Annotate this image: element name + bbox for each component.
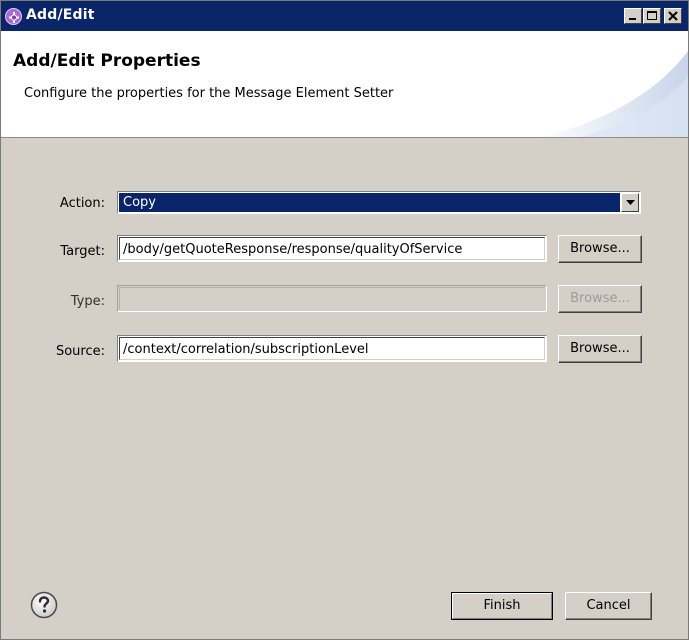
target-label: Target:	[60, 244, 105, 259]
maximize-icon	[647, 11, 657, 20]
cancel-bevel	[566, 593, 651, 619]
close-icon	[668, 11, 678, 21]
action-value: Copy	[123, 195, 156, 210]
minimize-button[interactable]	[624, 8, 642, 24]
action-selected-highlight: Copy	[119, 193, 620, 212]
finish-bevel	[452, 593, 552, 619]
type-browse-button[interactable]: Browse...	[558, 285, 642, 313]
source-value: /context/correlation/subscriptionLevel	[123, 342, 369, 357]
dialog-header: Add/Edit Properties Configure the proper…	[1, 31, 688, 138]
source-field-bevel: /context/correlation/subscriptionLevel	[119, 337, 545, 360]
target-field-bevel: /body/getQuoteResponse/response/qualityO…	[119, 237, 545, 260]
cancel-button[interactable]: Cancel	[565, 592, 652, 620]
source-browse-button[interactable]: Browse...	[558, 335, 642, 363]
dialog-footer: Finish Cancel	[1, 563, 688, 639]
header-title: Add/Edit Properties	[13, 51, 201, 71]
service-mediation-icon	[5, 8, 22, 25]
title-bar[interactable]: Add/Edit	[1, 1, 688, 31]
type-field[interactable]	[117, 285, 547, 312]
source-field[interactable]: /context/correlation/subscriptionLevel	[117, 335, 547, 362]
finish-button[interactable]: Finish	[451, 592, 553, 620]
header-description: Configure the properties for the Message…	[24, 86, 394, 101]
type-browse-bevel	[559, 286, 641, 312]
add-edit-dialog: Add/Edit Add/Edit Properties Configure t…	[0, 0, 689, 640]
action-dropdown-button[interactable]	[621, 193, 639, 212]
close-button[interactable]	[664, 8, 682, 24]
question-mark-icon[interactable]	[30, 591, 58, 619]
minimize-icon	[629, 18, 636, 20]
chevron-down-icon	[626, 200, 635, 205]
action-combo[interactable]: Copy	[117, 191, 641, 214]
maximize-button[interactable]	[643, 8, 661, 24]
header-banner-graphic	[541, 51, 688, 137]
window-title: Add/Edit	[26, 7, 95, 23]
type-label: Type:	[70, 294, 105, 309]
target-browse-bevel	[559, 236, 641, 262]
form-area: Action: Copy Target: /body/getQuoteRespo…	[1, 138, 688, 563]
target-value: /body/getQuoteResponse/response/qualityO…	[123, 242, 463, 257]
source-label: Source:	[55, 344, 105, 359]
action-label: Action:	[59, 196, 105, 211]
source-browse-bevel	[559, 336, 641, 362]
type-field-bevel	[119, 287, 545, 310]
target-field[interactable]: /body/getQuoteResponse/response/qualityO…	[117, 235, 547, 262]
target-browse-button[interactable]: Browse...	[558, 235, 642, 263]
